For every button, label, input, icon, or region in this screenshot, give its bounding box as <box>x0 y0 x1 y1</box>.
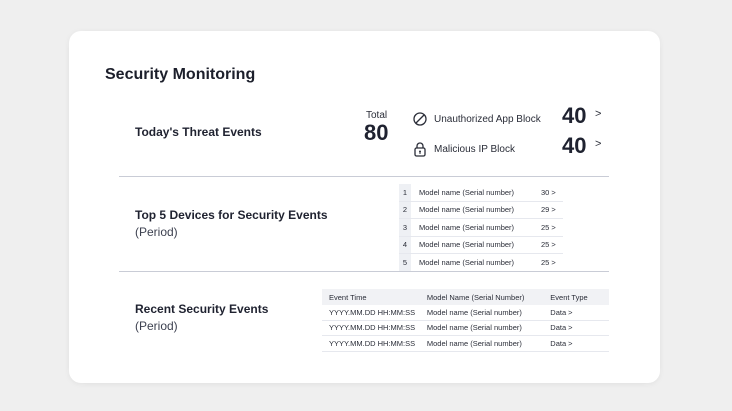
block-icon <box>412 111 428 127</box>
model-name: Model name (Serial number) <box>419 222 515 232</box>
top5-list: 1 Model name (Serial number) 30 > 2 Model… <box>399 184 563 272</box>
model-name: Model name (Serial number) <box>426 323 522 333</box>
lock-icon <box>412 141 428 157</box>
chevron-right-icon: > <box>551 240 556 250</box>
rank: 3 <box>399 219 411 236</box>
rank: 5 <box>399 254 411 271</box>
page-title: Security Monitoring <box>105 66 256 83</box>
threat-item-value: 40 <box>562 103 587 128</box>
recent-events-table: Event Time Model Name (Serial Number) Ev… <box>322 289 609 352</box>
event-count: 25 > <box>541 222 556 232</box>
model-name: Model name (Serial number) <box>419 240 515 250</box>
list-item[interactable]: 3 Model name (Serial number) 25 > <box>399 219 563 237</box>
model-name: Model name (Serial number) <box>419 187 515 197</box>
model-name: Model name (Serial number) <box>419 257 515 267</box>
threat-item-unauthorized-app[interactable]: Unauthorized App Block 40 > <box>412 103 602 128</box>
chevron-right-icon: > <box>551 222 556 232</box>
total-value: 80 <box>364 120 389 145</box>
column-header-event-time: Event Time <box>329 292 367 302</box>
divider <box>119 271 609 272</box>
list-item[interactable]: 4 Model name (Serial number) 25 > <box>399 236 563 254</box>
event-count: 29 > <box>541 205 556 215</box>
chevron-right-icon: > <box>551 205 556 215</box>
threat-events-title: Today's Threat Events <box>135 125 262 139</box>
model-name: Model name (Serial number) <box>426 307 522 317</box>
model-name: Model name (Serial number) <box>419 205 515 215</box>
top5-title-text: Top 5 Devices for Security Events <box>135 208 328 222</box>
chevron-right-icon: > <box>568 307 573 317</box>
rank: 4 <box>399 236 411 253</box>
column-header-event-type: Event Type <box>550 292 588 302</box>
security-monitoring-card: Security Monitoring Today's Threat Event… <box>69 31 660 383</box>
threat-item-label: Unauthorized App Block <box>434 113 541 125</box>
event-time: YYYY.MM.DD HH:MM:SS <box>329 338 416 348</box>
chevron-right-icon: > <box>551 257 556 267</box>
recent-period: (Period) <box>135 319 178 333</box>
event-type: Data > <box>550 338 573 348</box>
top5-period: (Period) <box>135 225 178 239</box>
column-header-model: Model Name (Serial Number) <box>426 292 525 302</box>
chevron-right-icon: > <box>568 338 573 348</box>
rank: 1 <box>399 184 411 201</box>
event-time: YYYY.MM.DD HH:MM:SS <box>329 307 416 317</box>
recent-title-text: Recent Security Events <box>135 302 269 316</box>
event-time: YYYY.MM.DD HH:MM:SS <box>329 323 416 333</box>
event-type: Data > <box>550 307 573 317</box>
table-row[interactable]: YYYY.MM.DD HH:MM:SS Model name (Serial n… <box>322 321 609 336</box>
table-row[interactable]: YYYY.MM.DD HH:MM:SS Model name (Serial n… <box>322 305 609 321</box>
table-row[interactable]: YYYY.MM.DD HH:MM:SS Model name (Serial n… <box>322 336 609 352</box>
chevron-right-icon: > <box>568 323 573 333</box>
threat-item-label: Malicious IP Block <box>434 143 515 155</box>
event-count: 30 > <box>541 187 556 197</box>
event-type: Data > <box>550 323 573 333</box>
rank: 2 <box>399 201 411 218</box>
list-item[interactable]: 1 Model name (Serial number) 30 > <box>399 184 563 202</box>
model-name: Model name (Serial number) <box>426 338 522 348</box>
event-count: 25 > <box>541 257 556 267</box>
divider <box>119 176 609 177</box>
list-item[interactable]: 2 Model name (Serial number) 29 > <box>399 201 563 219</box>
table-header: Event Time Model Name (Serial Number) Ev… <box>322 289 609 305</box>
event-count: 25 > <box>541 240 556 250</box>
chevron-right-icon[interactable]: > <box>595 138 601 150</box>
list-item[interactable]: 5 Model name (Serial number) 25 > <box>399 254 563 272</box>
top5-title: Top 5 Devices for Security Events (Perio… <box>135 208 328 239</box>
threat-item-value: 40 <box>562 133 587 158</box>
chevron-right-icon[interactable]: > <box>595 108 601 120</box>
recent-events-title: Recent Security Events (Period) <box>135 302 268 333</box>
chevron-right-icon: > <box>551 187 556 197</box>
threat-item-malicious-ip[interactable]: Malicious IP Block 40 > <box>412 133 602 158</box>
